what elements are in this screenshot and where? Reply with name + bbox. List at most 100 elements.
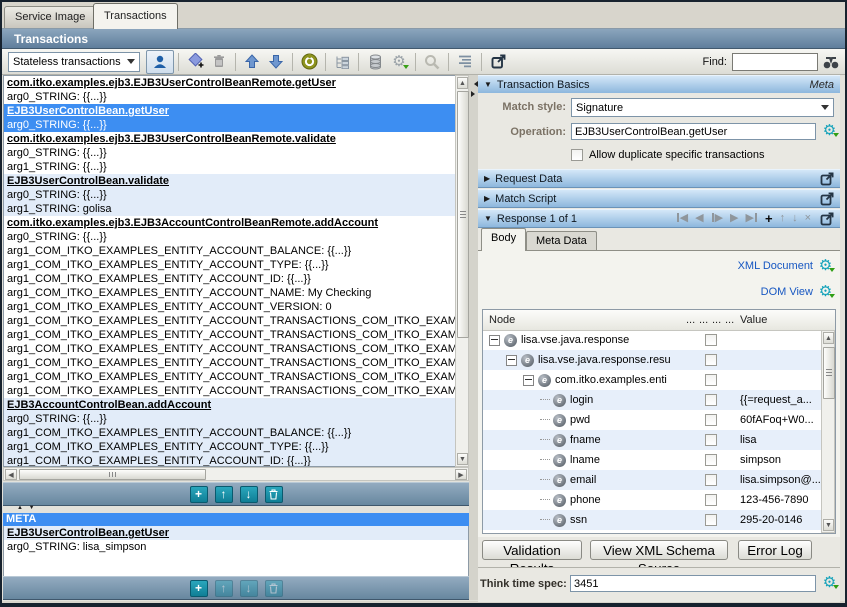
transaction-argument-row[interactable]: arg1_COM_ITKO_EXAMPLES_ENTITY_ACCOUNT_ID… — [4, 454, 468, 467]
add-transaction-icon[interactable] — [183, 51, 207, 73]
open-editor-icon[interactable] — [820, 172, 834, 186]
scroll-down-icon[interactable]: ▼ — [823, 519, 834, 531]
xml-document-link[interactable]: XML Document — [738, 260, 813, 272]
pane-splitter[interactable] — [469, 75, 478, 600]
tree-view-icon[interactable] — [330, 51, 354, 73]
scrollbar-thumb[interactable] — [457, 91, 469, 338]
tree-row[interactable]: efnamelisa — [483, 430, 835, 450]
tree-row[interactable]: epwd60fAFoq+W0... — [483, 410, 835, 430]
tree-row[interactable]: e — [483, 530, 835, 533]
align-icon[interactable] — [453, 51, 477, 73]
scrollbar-thumb[interactable] — [823, 347, 835, 399]
operation-input[interactable] — [571, 123, 816, 140]
tree-row-checkbox[interactable] — [705, 414, 717, 426]
tree-row-checkbox[interactable] — [705, 374, 717, 386]
transaction-argument-row[interactable]: arg1_COM_ITKO_EXAMPLES_ENTITY_ACCOUNT_TR… — [4, 384, 468, 398]
tree-expander-icon[interactable] — [489, 335, 500, 346]
search-icon[interactable] — [420, 51, 444, 73]
dom-view-gear-icon[interactable]: ⚙ — [817, 284, 834, 299]
transaction-argument-row[interactable]: arg1_STRING: golisa — [4, 202, 468, 216]
transaction-argument-row[interactable]: arg1_COM_ITKO_EXAMPLES_ENTITY_ACCOUNT_VE… — [4, 300, 468, 314]
tree-expander-icon[interactable] — [506, 355, 517, 366]
delete-transaction-icon[interactable] — [207, 51, 231, 73]
move-down-button[interactable]: ↓ — [240, 486, 258, 503]
nav-up-icon[interactable]: ↑ — [780, 213, 786, 224]
error-log-button[interactable]: Error Log — [738, 540, 812, 560]
tree-column-header[interactable]: ... — [725, 310, 734, 330]
tree-column-header[interactable]: Node — [489, 310, 515, 330]
view-xml-schema-source-button[interactable]: View XML Schema Source — [590, 540, 728, 560]
splitter-handle[interactable]: ▲ ▼ — [17, 505, 37, 511]
tree-row-checkbox[interactable] — [705, 494, 717, 506]
find-input[interactable] — [732, 53, 818, 71]
nav-last-icon[interactable]: ▶ — [746, 213, 758, 224]
scroll-up-icon[interactable]: ▲ — [823, 332, 834, 344]
move-up-button[interactable]: ↑ — [215, 486, 233, 503]
dom-view-link[interactable]: DOM View — [761, 286, 813, 298]
move-down-icon[interactable] — [264, 51, 288, 73]
think-time-gear-icon[interactable]: ⚙ — [821, 575, 838, 590]
transaction-operation-row[interactable]: EJB3AccountControlBean.addAccount — [4, 398, 468, 412]
scrollbar-thumb[interactable] — [19, 469, 206, 480]
scroll-down-icon[interactable]: ▼ — [457, 453, 468, 465]
nav-step-icon[interactable]: ▶ — [711, 213, 723, 224]
delete-button[interactable] — [265, 486, 283, 503]
collapse-left-icon[interactable] — [471, 81, 478, 87]
think-time-input[interactable] — [570, 575, 816, 592]
tree-column-header[interactable]: ... — [686, 310, 695, 330]
transaction-list-vertical-scrollbar[interactable]: ▲ ▼ — [455, 75, 469, 467]
transaction-argument-row[interactable]: arg1_COM_ITKO_EXAMPLES_ENTITY_ACCOUNT_ID… — [4, 272, 468, 286]
transaction-argument-row[interactable]: arg1_COM_ITKO_EXAMPLES_ENTITY_ACCOUNT_TR… — [4, 328, 468, 342]
tree-row-checkbox[interactable] — [705, 454, 717, 466]
section-request-data[interactable]: ▶ Request Data — [478, 169, 840, 188]
operation-gear-icon[interactable]: ⚙ — [821, 123, 838, 138]
add-button[interactable]: + — [190, 580, 208, 597]
lisa-hotdeploy-icon[interactable] — [297, 51, 321, 73]
transaction-argument-row[interactable]: arg0_STRING: {{...}} — [4, 188, 468, 202]
transaction-argument-row[interactable]: arg0_STRING: {{...}} — [4, 90, 468, 104]
transaction-argument-row[interactable]: arg1_STRING: {{...}} — [4, 160, 468, 174]
match-style-dropdown[interactable]: Signature — [571, 98, 834, 117]
transaction-argument-row[interactable]: arg0_STRING: {{...}} — [4, 118, 468, 132]
meta-section-header[interactable]: META — [3, 513, 469, 526]
transaction-operation-row[interactable]: com.itko.examples.ejb3.EJB3UserControlBe… — [4, 132, 468, 146]
tree-row[interactable]: essn295-20-0146 — [483, 510, 835, 530]
tree-row[interactable]: elogin{{=request_a... — [483, 390, 835, 410]
transaction-argument-row[interactable]: arg1_COM_ITKO_EXAMPLES_ENTITY_ACCOUNT_BA… — [4, 244, 468, 258]
view-user-icon[interactable] — [146, 50, 174, 74]
tree-row-checkbox[interactable] — [705, 394, 717, 406]
transaction-operation-row[interactable]: EJB3UserControlBean.getUser — [4, 104, 468, 118]
tree-row[interactable]: elnamesimpson — [483, 450, 835, 470]
validation-results-button[interactable]: Validation Results — [482, 540, 582, 560]
transaction-mode-dropdown[interactable]: Stateless transactions — [8, 52, 140, 72]
nav-add-icon[interactable]: + — [765, 213, 773, 224]
tab-service-image[interactable]: Service Image — [4, 6, 96, 28]
collapse-right-icon[interactable] — [471, 91, 478, 97]
transaction-argument-row[interactable]: arg0_STRING: {{...}} — [4, 146, 468, 160]
meta-operation-row[interactable]: EJB3UserControlBean.getUser — [4, 526, 468, 540]
nav-prev-icon[interactable]: ◀ — [695, 213, 703, 224]
transaction-argument-row[interactable]: arg1_COM_ITKO_EXAMPLES_ENTITY_ACCOUNT_TY… — [4, 440, 468, 454]
tree-row[interactable]: ephone123-456-7890 — [483, 490, 835, 510]
transaction-argument-row[interactable]: arg0_STRING: {{...}} — [4, 412, 468, 426]
transaction-argument-row[interactable]: arg1_COM_ITKO_EXAMPLES_ENTITY_ACCOUNT_TR… — [4, 356, 468, 370]
tree-column-header[interactable]: ... — [699, 310, 708, 330]
tab-transactions[interactable]: Transactions — [93, 3, 178, 29]
transaction-argument-row[interactable]: arg1_COM_ITKO_EXAMPLES_ENTITY_ACCOUNT_TY… — [4, 258, 468, 272]
tree-row-checkbox[interactable] — [705, 354, 717, 366]
xml-document-gear-icon[interactable]: ⚙ — [817, 258, 834, 273]
transaction-argument-row[interactable]: arg0_STRING: {{...}} — [4, 230, 468, 244]
data-source-icon[interactable] — [363, 51, 387, 73]
tab-body[interactable]: Body — [481, 228, 526, 251]
section-response[interactable]: ▼ Response 1 of 1 ◀◀▶▶▶+↑↓× — [478, 209, 840, 228]
tree-row-checkbox[interactable] — [705, 474, 717, 486]
tree-row[interactable]: elisa.vse.java.response.resu — [483, 350, 835, 370]
nav-down-icon[interactable]: ↓ — [792, 213, 798, 224]
section-transaction-basics[interactable]: ▼ Transaction Basics Meta — [478, 75, 840, 94]
transaction-operation-row[interactable]: com.itko.examples.ejb3.EJB3UserControlBe… — [4, 76, 468, 90]
nav-remove-icon[interactable]: × — [805, 213, 811, 224]
tree-row[interactable]: eemaillisa.simpson@... — [483, 470, 835, 490]
open-editor-icon[interactable] — [820, 192, 834, 206]
tree-column-header[interactable]: ... — [712, 310, 721, 330]
tree-row[interactable]: elisa.vse.java.response — [483, 330, 835, 350]
